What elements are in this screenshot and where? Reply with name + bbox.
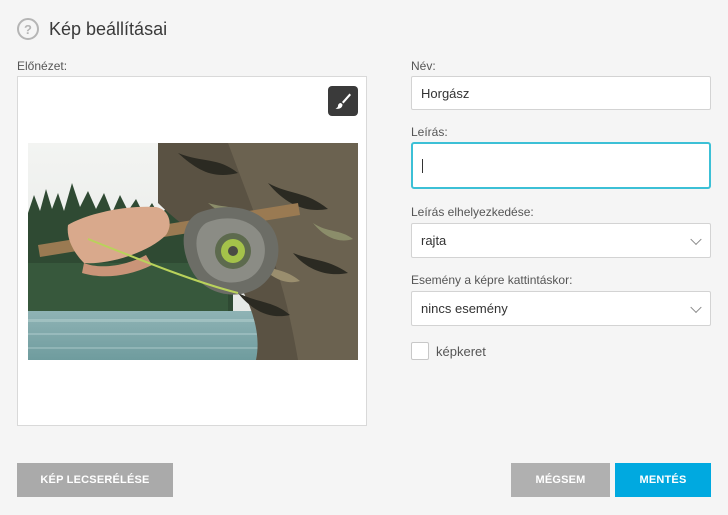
dialog-title: Kép beállításai [49, 18, 168, 39]
description-label: Leírás: [411, 125, 448, 139]
save-button[interactable]: MENTÉS [615, 463, 711, 497]
text-cursor [422, 158, 423, 173]
name-label: Név: [411, 59, 436, 73]
cancel-button[interactable]: MÉGSEM [511, 463, 610, 497]
help-icon[interactable]: ? [17, 18, 39, 40]
frame-checkbox-label[interactable]: képkeret [436, 344, 486, 359]
edit-image-button[interactable] [328, 86, 358, 116]
preview-label: Előnézet: [17, 59, 68, 73]
replace-image-button[interactable]: KÉP LECSERÉLÉSE [17, 463, 173, 497]
angler-photo [28, 143, 358, 360]
event-select-value: nincs esemény [421, 301, 508, 316]
placement-select-value: rajta [421, 233, 447, 248]
image-preview [17, 76, 367, 426]
brush-icon [335, 93, 351, 109]
dialog-header: ? Kép beállításai [17, 17, 167, 41]
placement-select[interactable]: rajta [411, 223, 711, 258]
event-label: Esemény a képre kattintáskor: [411, 273, 573, 287]
description-field[interactable] [411, 142, 711, 189]
chevron-down-icon [690, 301, 702, 313]
frame-checkbox[interactable] [411, 342, 429, 360]
name-field[interactable]: Horgász [411, 76, 711, 110]
name-field-value: Horgász [421, 85, 470, 101]
placement-label: Leírás elhelyezkedése: [411, 205, 534, 219]
chevron-down-icon [690, 233, 702, 245]
event-select[interactable]: nincs esemény [411, 291, 711, 326]
